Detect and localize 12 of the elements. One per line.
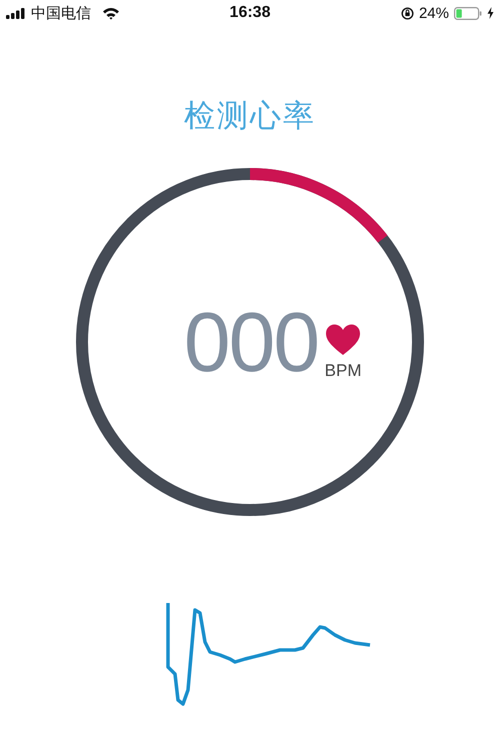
battery-icon (454, 6, 482, 20)
page-title: 检测心率 (184, 97, 316, 136)
signal-icon (6, 8, 26, 18)
orientation-lock-icon (400, 6, 414, 20)
wifi-icon (102, 6, 120, 20)
charging-bolt-icon (487, 7, 494, 19)
carrier-name: 中国电信 (31, 4, 91, 22)
battery-percentage: 24% (418, 4, 449, 22)
heart-icon (324, 323, 362, 357)
heart-rate-value: 000 (184, 294, 318, 390)
clock-time: 16:38 (230, 4, 270, 22)
bpm-unit: BPM (324, 361, 362, 381)
